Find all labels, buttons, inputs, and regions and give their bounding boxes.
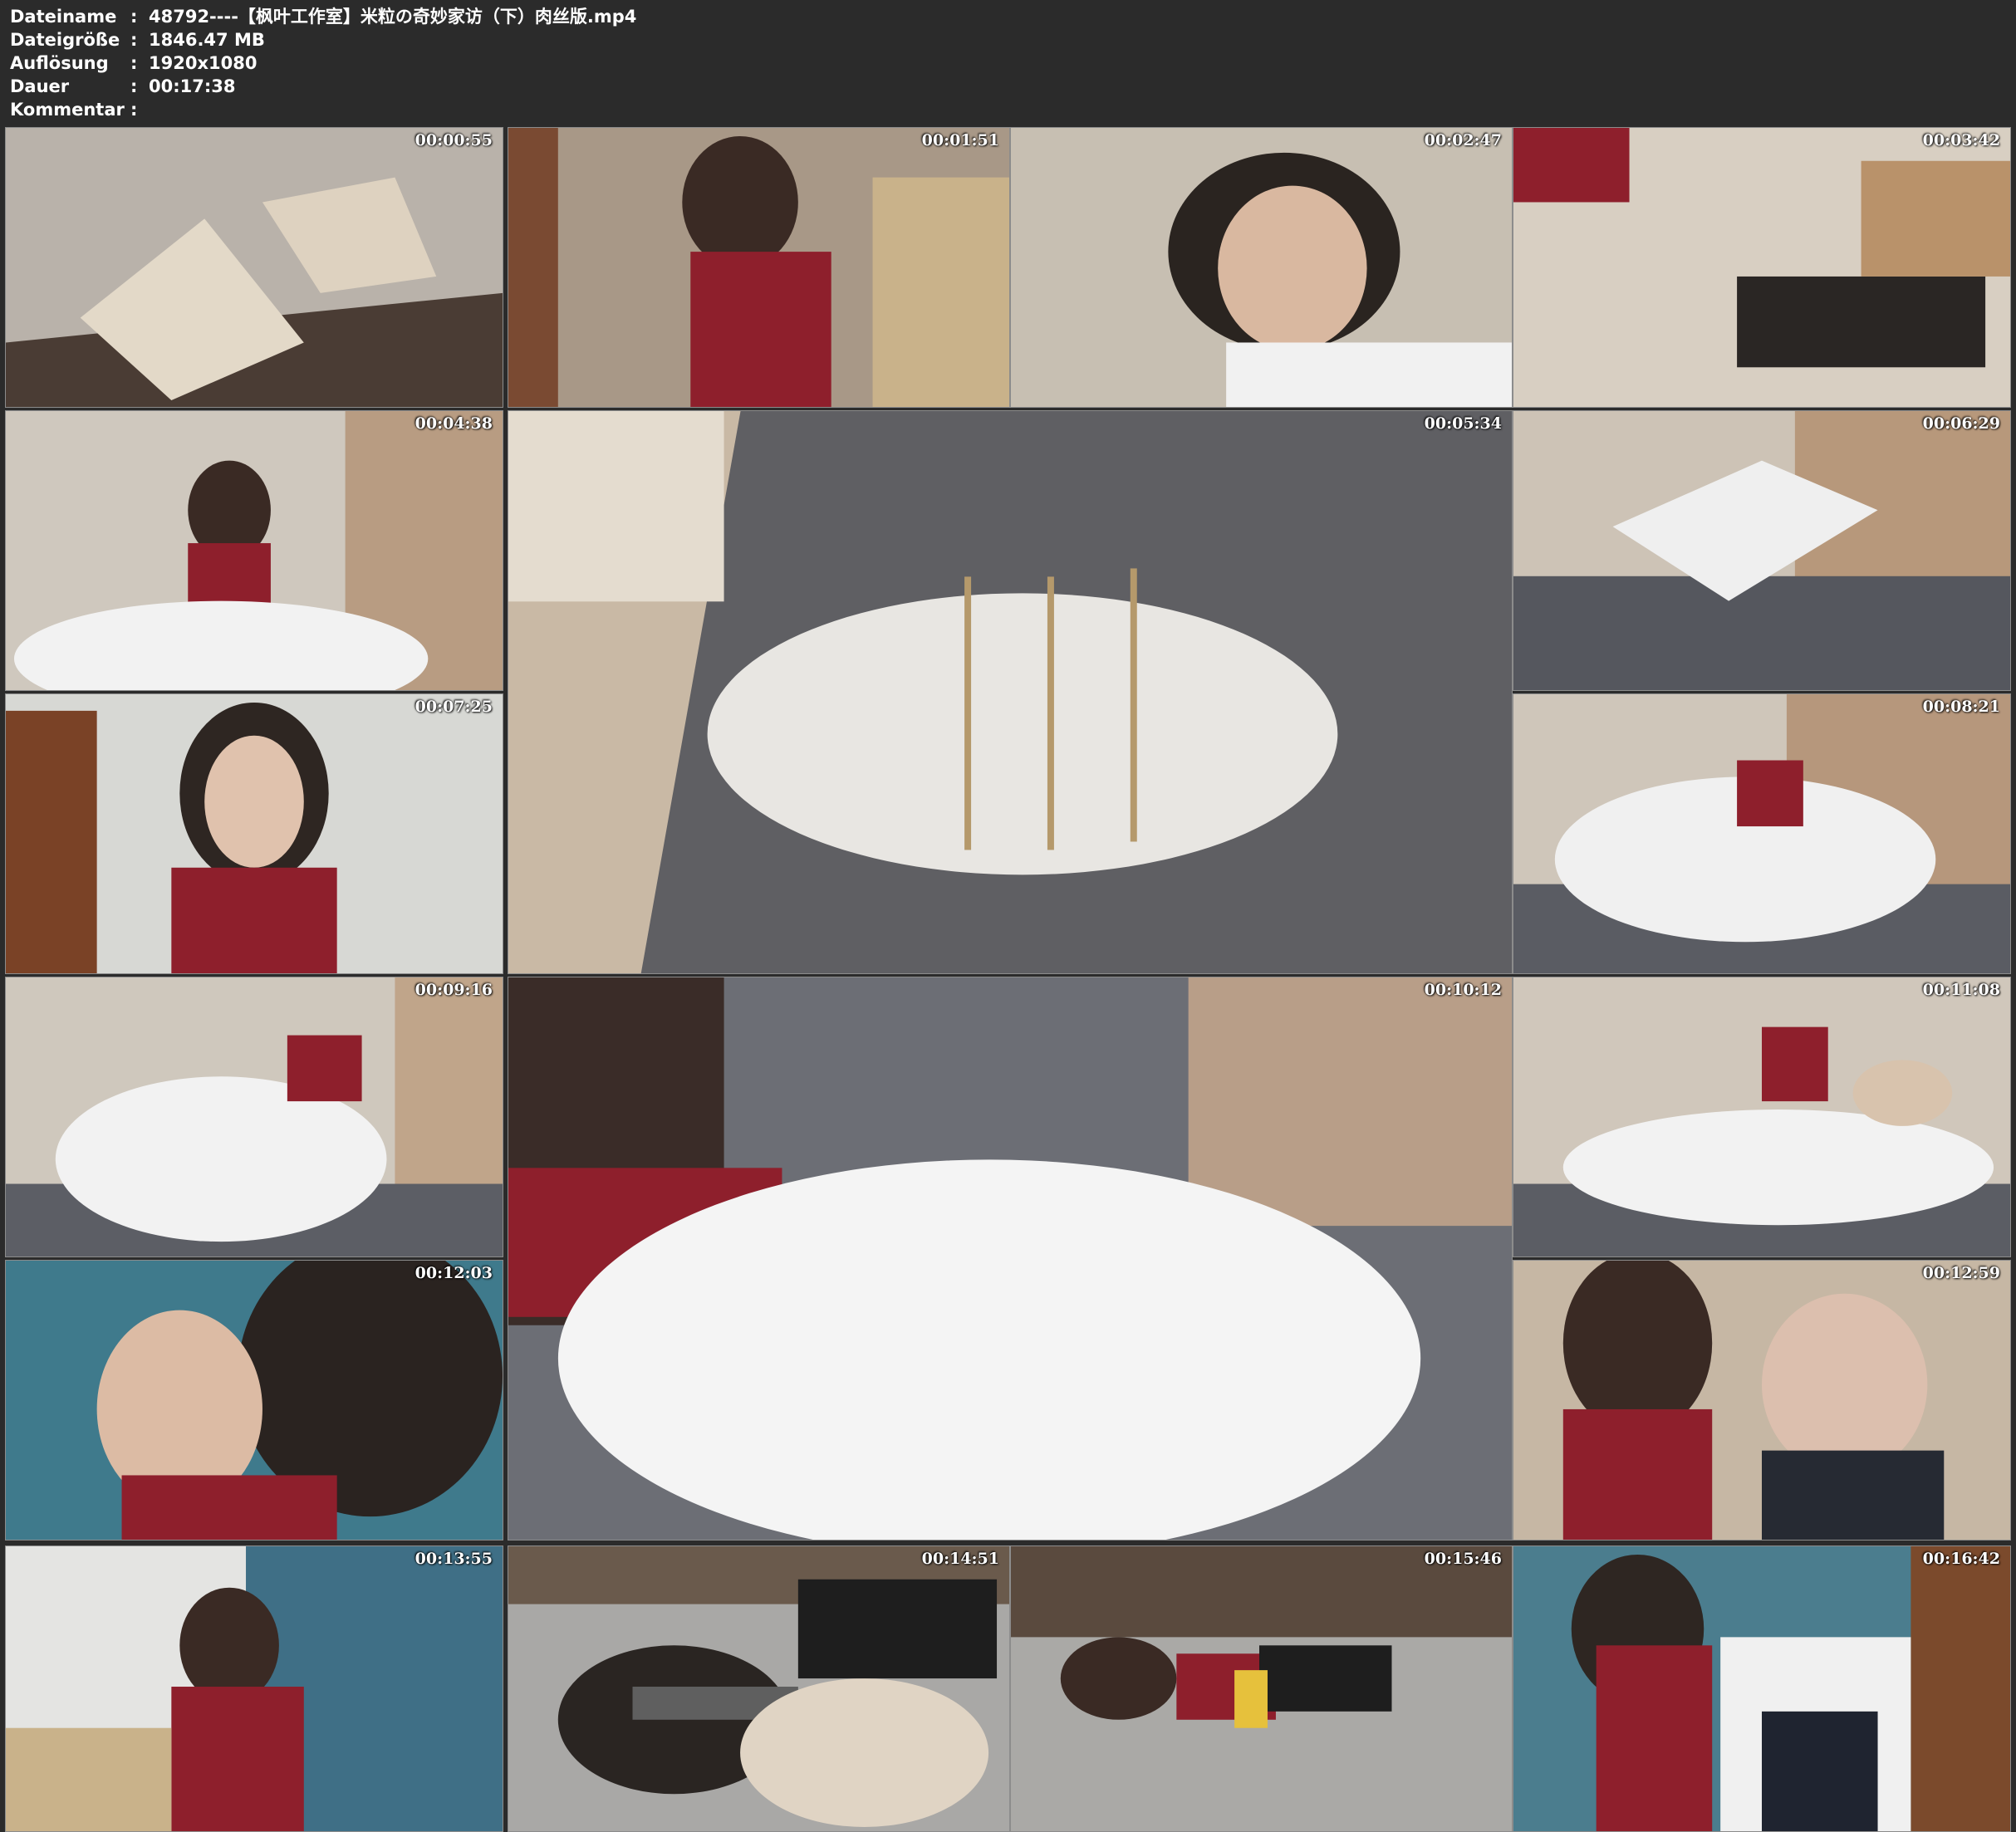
thumbnail-8[interactable]: 00:07:25 (5, 693, 503, 974)
thumbnail-16[interactable]: 00:14:51 (508, 1545, 1010, 1832)
thumbnail-image (508, 128, 1009, 407)
thumbnail-image (1513, 128, 2010, 407)
contact-sheet: Dateiname : 48792----【枫叶工作室】米粒の奇妙家访（下）肉丝… (0, 0, 2016, 1832)
thumbnail-17[interactable]: 00:15:46 (1010, 1545, 1513, 1832)
thumbnail-image (6, 411, 503, 690)
thumbnail-image (6, 128, 503, 407)
thumbnail-5[interactable]: 00:04:38 (5, 410, 503, 691)
timestamp-label: 00:06:29 (1922, 414, 2000, 433)
thumbnail-12[interactable]: 00:11:08 (1513, 977, 2011, 1257)
thumbnail-image (508, 411, 1512, 973)
thumbnail-7[interactable]: 00:06:29 (1513, 410, 2011, 691)
thumbnail-image (1011, 128, 1512, 407)
thumbnail-grid: 00:00:55 00:01:51 00:02:47 00:03:42 00:0… (0, 0, 2016, 1832)
timestamp-label: 00:05:34 (1424, 414, 1502, 433)
timestamp-label: 00:02:47 (1424, 131, 1502, 149)
timestamp-label: 00:16:42 (1922, 1550, 2000, 1568)
timestamp-label: 00:12:03 (414, 1264, 493, 1282)
thumbnail-image (508, 977, 1512, 1540)
thumbnail-image (6, 1546, 503, 1831)
thumbnail-3[interactable]: 00:02:47 (1010, 127, 1513, 408)
thumbnail-1[interactable]: 00:00:55 (5, 127, 503, 408)
thumbnail-image (508, 1546, 1009, 1831)
thumbnail-image (6, 694, 503, 973)
timestamp-label: 00:14:51 (921, 1550, 999, 1568)
thumbnail-image (1011, 1546, 1512, 1831)
thumbnail-15[interactable]: 00:13:55 (5, 1545, 503, 1832)
timestamp-label: 00:10:12 (1424, 981, 1502, 999)
thumbnail-4[interactable]: 00:03:42 (1513, 127, 2011, 408)
timestamp-label: 00:13:55 (414, 1550, 493, 1568)
thumbnail-image (1513, 1546, 2010, 1831)
thumbnail-13[interactable]: 00:12:03 (5, 1260, 503, 1541)
thumbnail-image (1513, 411, 2010, 690)
thumbnail-18[interactable]: 00:16:42 (1513, 1545, 2011, 1832)
thumbnail-image (1513, 977, 2010, 1256)
thumbnail-14[interactable]: 00:12:59 (1513, 1260, 2011, 1541)
thumbnail-image (1513, 694, 2010, 973)
timestamp-label: 00:15:46 (1424, 1550, 1502, 1568)
thumbnail-image (6, 977, 503, 1256)
timestamp-label: 00:09:16 (414, 981, 493, 999)
thumbnail-6[interactable]: 00:05:34 (508, 410, 1513, 974)
thumbnail-image (6, 1261, 503, 1540)
timestamp-label: 00:01:51 (921, 131, 999, 149)
timestamp-label: 00:07:25 (414, 698, 493, 716)
timestamp-label: 00:00:55 (414, 131, 493, 149)
thumbnail-11[interactable]: 00:10:12 (508, 977, 1513, 1541)
thumbnail-2[interactable]: 00:01:51 (508, 127, 1010, 408)
timestamp-label: 00:03:42 (1922, 131, 2000, 149)
timestamp-label: 00:12:59 (1922, 1264, 2000, 1282)
thumbnail-10[interactable]: 00:09:16 (5, 977, 503, 1257)
thumbnail-image (1513, 1261, 2010, 1540)
timestamp-label: 00:04:38 (414, 414, 493, 433)
timestamp-label: 00:08:21 (1922, 698, 2000, 716)
thumbnail-9[interactable]: 00:08:21 (1513, 693, 2011, 974)
timestamp-label: 00:11:08 (1922, 981, 2000, 999)
